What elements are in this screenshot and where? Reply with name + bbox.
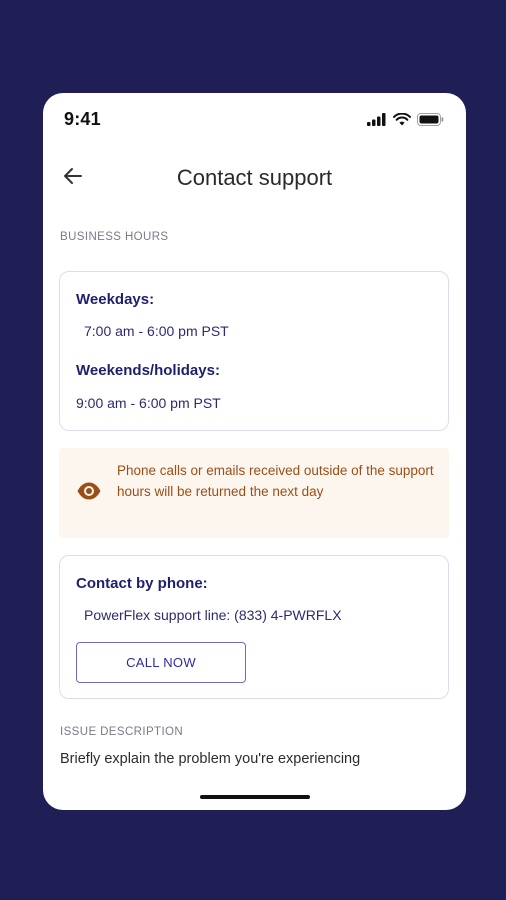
support-line-text: PowerFlex support line: (833) 4-PWRFLX xyxy=(84,607,342,623)
home-indicator xyxy=(200,795,310,799)
battery-icon xyxy=(417,113,444,131)
support-hours-notice: Phone calls or emails received outside o… xyxy=(59,448,449,538)
issue-description-prompt: Briefly explain the problem you're exper… xyxy=(60,751,361,767)
phone-contact-heading: Contact by phone: xyxy=(76,575,208,592)
page-title: Contact support xyxy=(176,165,333,190)
eye-icon xyxy=(76,481,102,501)
status-time: 9:41 xyxy=(64,109,101,129)
status-bar: 9:41 xyxy=(43,93,466,147)
business-hours-label: BUSINESS HOURS xyxy=(60,231,169,243)
weekdays-hours: 7:00 am - 6:00 pm PST xyxy=(84,323,229,339)
weekends-hours: 9:00 am - 6:00 pm PST xyxy=(76,395,221,411)
issue-description-label: ISSUE DESCRIPTION xyxy=(60,726,184,738)
business-hours-card: Weekdays: 7:00 am - 6:00 pm PST Weekends… xyxy=(59,271,449,431)
signal-icon xyxy=(367,113,387,131)
phone-contact-card: Contact by phone: PowerFlex support line… xyxy=(59,555,449,699)
phone-frame: 9:41 Contact support BUSINESS HOURS Week… xyxy=(43,93,466,810)
weekdays-heading: Weekdays: xyxy=(76,291,155,308)
status-icons xyxy=(367,112,444,131)
wifi-icon xyxy=(393,112,411,131)
notice-text: Phone calls or emails received outside o… xyxy=(117,463,434,499)
call-now-button[interactable]: CALL NOW xyxy=(76,642,246,683)
weekends-heading: Weekends/holidays: xyxy=(76,362,220,379)
header: Contact support xyxy=(43,155,466,201)
